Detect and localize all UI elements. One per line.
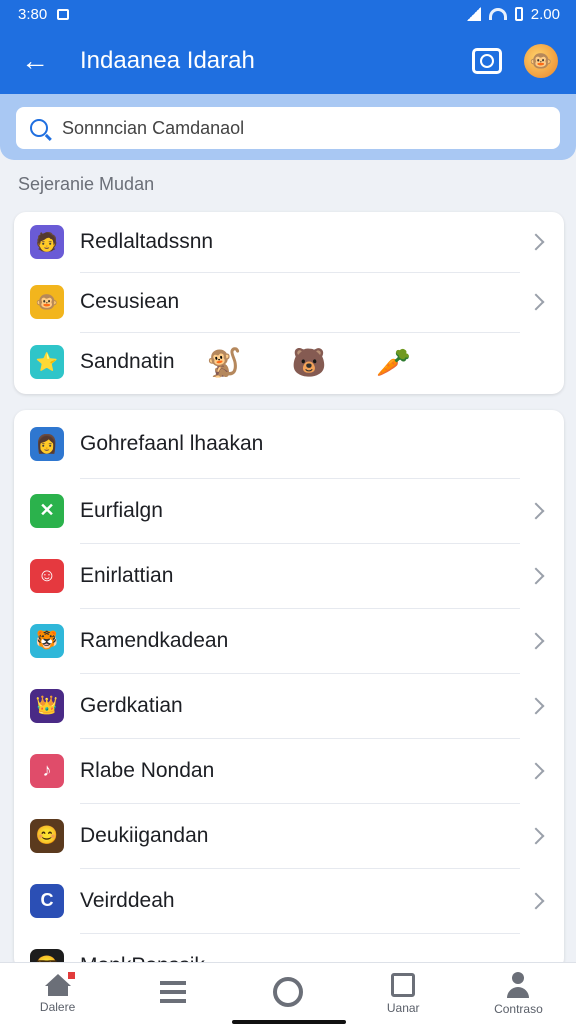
nav-label: Dalere bbox=[39, 999, 76, 1014]
app-icon: ✕ bbox=[30, 493, 64, 528]
carrot-sticker-icon[interactable]: 🥕 bbox=[376, 346, 411, 379]
list-item-label: Sandnatin bbox=[80, 350, 175, 373]
list-item-label: Redlaltadssnn bbox=[80, 230, 214, 253]
list-item[interactable]: C Veirddeah bbox=[14, 868, 564, 933]
home-indicator bbox=[232, 1020, 346, 1024]
app-icon: C bbox=[30, 883, 64, 918]
list-item[interactable]: 👩 Gohrefaanl lhaakan bbox=[14, 410, 564, 478]
bottom-nav: Dalere Uanar Contraso bbox=[0, 962, 576, 1024]
nav-center[interactable] bbox=[230, 963, 345, 1024]
nav-label: Contraso bbox=[494, 1001, 543, 1016]
app-icon: 🐯 bbox=[30, 623, 64, 658]
list-card-secondary: 👩 Gohrefaanl lhaakan ✕ Eurfialgn ☺ Enirl… bbox=[14, 410, 564, 983]
section-label: Sejeranie Mudan bbox=[18, 174, 155, 194]
chevron-right-icon bbox=[527, 827, 545, 844]
list-item-label: Veirddeah bbox=[80, 888, 175, 912]
list-item[interactable]: ⭐ Sandnatin 🐒 🐻 🥕 bbox=[14, 332, 564, 392]
list-card-primary: 🧑 Redlaltadssnn 🐵 Cesusiean ⭐ Sandnatin … bbox=[14, 212, 564, 394]
bear-sticker-icon[interactable]: 🐻 bbox=[291, 346, 326, 379]
chevron-right-icon bbox=[527, 762, 545, 779]
nav-home[interactable]: Dalere bbox=[0, 963, 115, 1024]
app-icon: 😊 bbox=[30, 818, 64, 853]
list-item[interactable]: 🧑 Redlaltadssnn bbox=[14, 212, 564, 272]
list-item[interactable]: 🐵 Cesusiean bbox=[14, 272, 564, 332]
list-item[interactable]: 😊 Deukiigandan bbox=[14, 803, 564, 868]
chevron-right-icon bbox=[527, 632, 545, 649]
search-container bbox=[0, 94, 576, 160]
avatar[interactable]: 🐵 bbox=[524, 44, 558, 78]
list-item-label: Enirlattian bbox=[80, 563, 174, 587]
list-item-label: Eurfialgn bbox=[80, 498, 163, 522]
monkey-sticker-icon[interactable]: 🐒 bbox=[207, 346, 242, 379]
nav-menu[interactable] bbox=[115, 963, 230, 1024]
app-icon: ⭐ bbox=[30, 345, 64, 379]
chevron-right-icon bbox=[527, 567, 545, 584]
list-item-label: Ramendkadean bbox=[80, 628, 229, 652]
list-item-label: Gohrefaanl lhaakan bbox=[80, 432, 264, 455]
clock-icon bbox=[273, 976, 303, 1007]
list-item-label: Gerdkatian bbox=[80, 693, 183, 717]
status-bar: 3:80 2.00 bbox=[0, 0, 576, 28]
app-icon: ♪ bbox=[30, 753, 64, 788]
sticker-row: 🐒 🐻 🥕 bbox=[207, 346, 548, 379]
wifi-icon bbox=[488, 8, 507, 20]
nav-tasks[interactable]: Uanar bbox=[346, 963, 461, 1024]
list-item[interactable]: ✕ Eurfialgn bbox=[14, 478, 564, 543]
app-bar: ← Indaanea Idarah 🐵 bbox=[0, 28, 576, 94]
person-icon bbox=[505, 971, 531, 998]
list-item[interactable]: ♪ Rlabe Nondan bbox=[14, 738, 564, 803]
menu-icon bbox=[159, 980, 186, 1003]
page-title: Indaanea Idarah bbox=[80, 47, 255, 74]
chevron-right-icon bbox=[527, 293, 545, 311]
nav-profile[interactable]: Contraso bbox=[461, 963, 576, 1024]
chevron-right-icon bbox=[527, 697, 545, 714]
list-item-label: Rlabe Nondan bbox=[80, 758, 215, 782]
app-icon: ☺ bbox=[30, 558, 64, 593]
search-icon bbox=[30, 119, 48, 137]
app-icon: 🐵 bbox=[30, 285, 64, 319]
search-box[interactable] bbox=[16, 107, 560, 149]
status-time: 3:80 bbox=[18, 5, 48, 23]
battery-icon bbox=[514, 7, 523, 21]
app-icon: 🧑 bbox=[30, 225, 64, 259]
notification-dot bbox=[67, 971, 75, 979]
app-icon: 👑 bbox=[30, 688, 64, 723]
search-input[interactable] bbox=[62, 117, 502, 139]
list-item[interactable]: ☺ Enirlattian bbox=[14, 543, 564, 608]
chevron-right-icon bbox=[527, 502, 545, 519]
app-icon: 👩 bbox=[30, 427, 64, 461]
chevron-right-icon bbox=[527, 233, 545, 251]
notification-icon bbox=[57, 8, 70, 20]
status-right-text: 2.00 bbox=[530, 5, 560, 23]
list-item[interactable]: 🐯 Ramendkadean bbox=[14, 608, 564, 673]
list-item-label: Cesusiean bbox=[80, 290, 180, 313]
back-arrow-icon[interactable]: ← bbox=[18, 44, 52, 78]
checklist-icon bbox=[391, 972, 416, 997]
nav-label: Uanar bbox=[386, 1000, 420, 1015]
list-item-label: Deukiigandan bbox=[80, 823, 209, 847]
list-item[interactable]: 👑 Gerdkatian bbox=[14, 673, 564, 738]
camera-icon[interactable] bbox=[472, 48, 502, 74]
chevron-right-icon bbox=[527, 892, 545, 909]
signal-icon bbox=[466, 7, 481, 21]
